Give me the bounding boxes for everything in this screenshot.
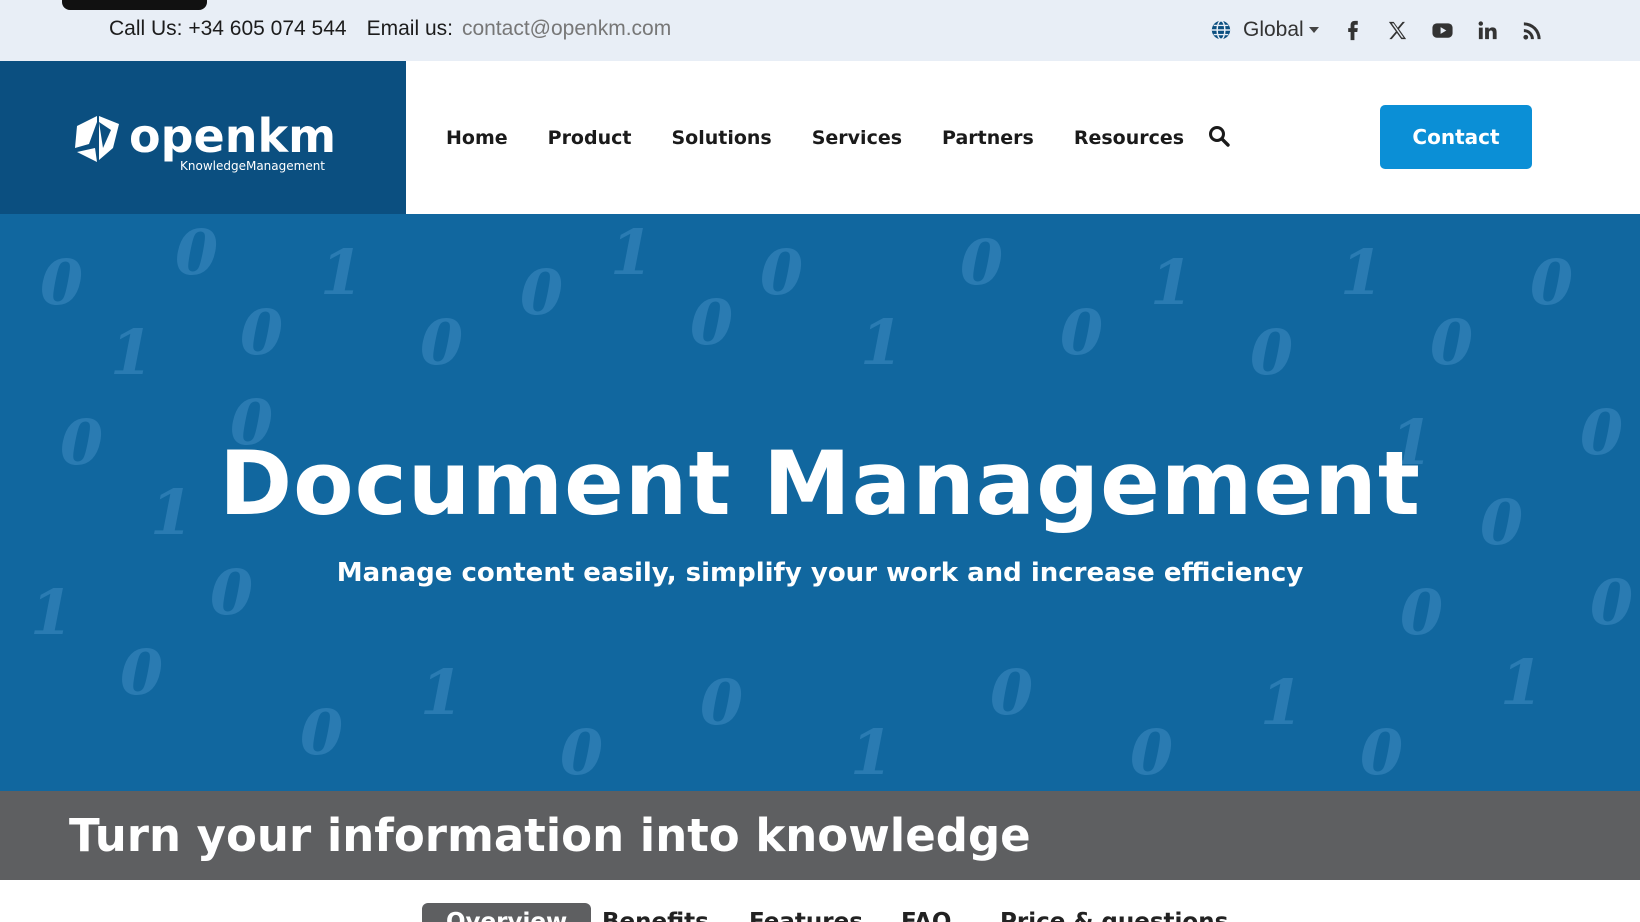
svg-text:0: 0 (120, 636, 163, 709)
rss-link[interactable] (1521, 19, 1544, 42)
tab-features[interactable]: Features (725, 903, 887, 922)
linkedin-link[interactable] (1476, 19, 1499, 42)
email-label: Email us: (366, 17, 453, 40)
svg-text:1: 1 (420, 656, 463, 729)
region-label: Global (1243, 18, 1304, 41)
nav-solutions[interactable]: Solutions (671, 127, 771, 149)
browser-tab-stub (62, 0, 207, 10)
tab-faq[interactable]: FAQ (877, 903, 975, 922)
svg-text:1: 1 (1340, 236, 1383, 309)
svg-text:0: 0 (760, 236, 803, 309)
svg-text:0: 0 (990, 656, 1033, 729)
svg-text:0: 0 (690, 286, 733, 359)
svg-text:0: 0 (1360, 716, 1403, 789)
nav-resources[interactable]: Resources (1074, 127, 1184, 149)
search-icon[interactable] (1207, 124, 1231, 148)
nav-services[interactable]: Services (812, 127, 902, 149)
svg-text:0: 0 (420, 306, 463, 379)
logo-tagline: KnowledgeManagement (180, 159, 325, 173)
svg-text:0: 0 (175, 216, 218, 289)
nav-home[interactable]: Home (446, 127, 508, 149)
svg-text:0: 0 (560, 716, 603, 789)
contact-info: Call Us: +34 605 074 544 Email us: conta… (109, 17, 671, 41)
social-links (1331, 19, 1544, 42)
subtabs: Overview Benefits Features FAQ Price & q… (0, 880, 1640, 922)
main-navbar: openkm KnowledgeManagement Home Product … (0, 61, 1640, 214)
tab-price-questions[interactable]: Price & questions (976, 903, 1252, 922)
hero-title: Document Management (219, 432, 1421, 535)
svg-text:0: 0 (1060, 296, 1103, 369)
logo-area[interactable]: openkm KnowledgeManagement (0, 61, 406, 214)
hero-banner: 010 010 010 010 010 100 010 100 100 010 … (0, 214, 1640, 791)
svg-text:0: 0 (1430, 306, 1473, 379)
tab-benefits[interactable]: Benefits (578, 903, 733, 922)
nav-partners[interactable]: Partners (942, 127, 1034, 149)
youtube-icon (1432, 22, 1453, 38)
topbar-right: Global (1210, 13, 1544, 47)
svg-text:0: 0 (240, 296, 283, 369)
globe-icon (1211, 20, 1231, 40)
svg-text:1: 1 (1150, 246, 1193, 319)
contact-button[interactable]: Contact (1380, 105, 1532, 169)
call-us-text: Call Us: +34 605 074 544 (109, 17, 347, 40)
x-twitter-icon (1388, 21, 1406, 39)
svg-text:1: 1 (320, 236, 363, 309)
svg-text:1: 1 (110, 316, 153, 389)
rss-icon (1523, 21, 1541, 40)
nav-product[interactable]: Product (548, 127, 632, 149)
svg-text:1: 1 (1500, 646, 1543, 719)
svg-text:0: 0 (300, 696, 343, 769)
x-twitter-link[interactable] (1386, 19, 1409, 42)
hero-subtitle: Manage content easily, simplify your wor… (336, 558, 1304, 588)
svg-text:0: 0 (1130, 716, 1173, 789)
openkm-logo: openkm KnowledgeManagement (75, 109, 333, 173)
svg-text:1: 1 (850, 716, 893, 789)
svg-text:1: 1 (610, 216, 653, 289)
svg-text:1: 1 (860, 306, 903, 379)
logo-mark-icon (75, 116, 119, 162)
section-band: Turn your information into knowledge (0, 791, 1640, 880)
email-link[interactable]: contact@openkm.com (462, 17, 671, 41)
svg-text:0: 0 (520, 256, 563, 329)
linkedin-icon (1478, 20, 1497, 39)
facebook-icon (1347, 20, 1358, 40)
region-selector[interactable]: Global (1210, 18, 1319, 42)
section-title: Turn your information into knowledge (69, 809, 1031, 862)
svg-text:0: 0 (1530, 246, 1573, 319)
top-info-bar: Call Us: +34 605 074 544 Email us: conta… (0, 0, 1640, 61)
svg-text:0: 0 (960, 226, 1003, 299)
nav-links: Home Product Solutions Services Partners… (446, 61, 1224, 214)
svg-text:0: 0 (1250, 316, 1293, 389)
logo-wordmark: openkm (129, 109, 333, 163)
youtube-link[interactable] (1431, 19, 1454, 42)
svg-text:1: 1 (1260, 666, 1303, 739)
chevron-down-icon (1308, 27, 1319, 33)
tab-overview[interactable]: Overview (422, 903, 592, 922)
facebook-link[interactable] (1341, 19, 1364, 42)
svg-text:0: 0 (40, 246, 83, 319)
svg-text:0: 0 (700, 666, 743, 739)
